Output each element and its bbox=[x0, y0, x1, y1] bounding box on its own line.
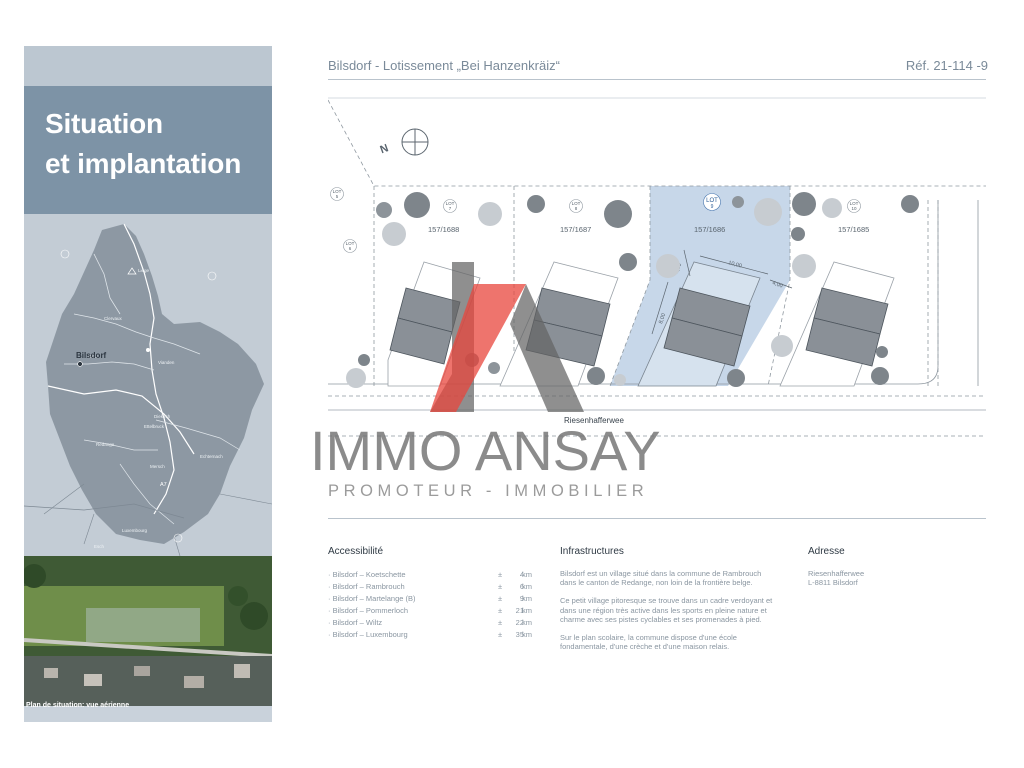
infrastructures-paragraph-1: Bilsdorf est un village situé dans la co… bbox=[560, 569, 762, 588]
distance-unit: km bbox=[522, 570, 532, 579]
map-label-ettelbruck: Ettelbruck bbox=[144, 424, 165, 429]
approx-sign: ± bbox=[498, 594, 503, 603]
watermark-company-subtitle: PROMOTEUR - IMMOBILIER bbox=[328, 482, 649, 500]
aerial-photo bbox=[24, 556, 272, 706]
approx-sign: ± bbox=[498, 570, 503, 579]
bilsdorf-marker bbox=[77, 361, 83, 367]
country-badge-be bbox=[60, 249, 70, 259]
parcel-1686: 157/1686 bbox=[694, 225, 725, 234]
accessibility-title: Accessibilité bbox=[328, 546, 384, 557]
immo-ansay-logo-mark bbox=[430, 262, 584, 412]
map-label-luxembourg: Luxembourg bbox=[122, 528, 148, 533]
list-item: · Bilsdorf – Luxembourg ± 35 km bbox=[328, 630, 538, 642]
address-street: Riesenhafferwee bbox=[808, 569, 865, 578]
map-label-echternach: Echternach bbox=[200, 454, 223, 459]
map-label-liege: Liège bbox=[138, 268, 150, 273]
country-badge-de bbox=[207, 271, 217, 281]
parcel-1685: 157/1685 bbox=[838, 225, 869, 234]
list-item: · Bilsdorf – Koetschette ± 4 km bbox=[328, 570, 538, 582]
luxembourg-map-graphic bbox=[24, 223, 272, 556]
destination-name: · Bilsdorf – Martelange (B) bbox=[328, 594, 416, 603]
approx-sign: ± bbox=[498, 582, 503, 591]
watermark-company-name: IMMO ANSAY bbox=[310, 419, 661, 482]
list-item: · Bilsdorf – Pommerloch ± 21 km bbox=[328, 606, 538, 618]
map-label-clervaux: Clervaux bbox=[104, 316, 122, 321]
document-title: Bilsdorf - Lotissement „Bei Hanzenkräiz“ bbox=[328, 58, 560, 73]
map-city-bilsdorf: Bilsdorf bbox=[76, 351, 107, 360]
section-title-box: Situation et implantation bbox=[24, 86, 272, 214]
info-divider bbox=[328, 518, 986, 519]
parcel-1687: 157/1687 bbox=[560, 225, 591, 234]
distance-unit: km bbox=[522, 594, 532, 603]
aerial-caption: Plan de situation: vue aérienne bbox=[26, 702, 130, 709]
accessibility-list: · Bilsdorf – Koetschette ± 4 km · Bilsdo… bbox=[328, 570, 538, 642]
distance-unit: km bbox=[522, 630, 532, 639]
site-plan: N 4,00 bbox=[328, 96, 986, 446]
plot-highlight bbox=[86, 608, 200, 642]
north-label: N bbox=[379, 142, 391, 156]
address-block: Riesenhafferwee L-8811 Bilsdorf bbox=[808, 569, 978, 587]
map-label-redange: Redange bbox=[96, 442, 115, 447]
parcel-1688: 157/1688 bbox=[428, 225, 459, 234]
list-item: · Bilsdorf – Wiltz ± 22 km bbox=[328, 618, 538, 630]
svg-text:9: 9 bbox=[711, 204, 714, 210]
infrastructures-title: Infrastructures bbox=[560, 546, 624, 557]
destination-name: · Bilsdorf – Pommerloch bbox=[328, 606, 409, 615]
map-label-a7: A7 bbox=[160, 482, 167, 488]
map-label-mersch: Mersch bbox=[150, 464, 165, 469]
map-label-esch: Esch bbox=[94, 544, 105, 549]
approx-sign: ± bbox=[498, 630, 503, 639]
site-plan-drawing: N 4,00 bbox=[328, 97, 986, 437]
section-title-line1: Situation bbox=[45, 108, 163, 139]
destination-name: · Bilsdorf – Koetschette bbox=[328, 570, 406, 579]
approx-sign: ± bbox=[498, 618, 503, 627]
distance-unit: km bbox=[522, 618, 532, 627]
luxembourg-map: Liège Clervaux Wiltz Bilsdorf Diekirch E… bbox=[24, 214, 272, 556]
infrastructures-paragraph-3: Sur le plan scolaire, la commune dispose… bbox=[560, 633, 737, 652]
situation-sidebar: Situation et implantation Liège Clervaux… bbox=[24, 46, 272, 722]
map-label-diekirch: Diekirch bbox=[154, 414, 171, 419]
aerial-photo-graphic bbox=[24, 556, 272, 706]
address-title: Adresse bbox=[808, 546, 845, 557]
destination-name: · Bilsdorf – Wiltz bbox=[328, 618, 383, 627]
section-title-line2: et implantation bbox=[45, 148, 242, 179]
north-arrow-icon: N bbox=[379, 128, 429, 156]
infrastructures-text: Bilsdorf est un village situé dans la co… bbox=[560, 569, 774, 660]
document-reference: Réf. 21-114 -9 bbox=[905, 58, 988, 73]
destination-name: · Bilsdorf – Rambrouch bbox=[328, 582, 405, 591]
house-lot-10 bbox=[779, 261, 895, 387]
destination-name: · Bilsdorf – Luxembourg bbox=[328, 630, 408, 639]
list-item: · Bilsdorf – Martelange (B) ± 9 km bbox=[328, 594, 538, 606]
list-item: · Bilsdorf – Rambrouch ± 6 km bbox=[328, 582, 538, 594]
sidebar-top-band bbox=[24, 46, 272, 86]
address-postcode: L-8811 Bilsdorf bbox=[808, 578, 858, 588]
document-header: Bilsdorf - Lotissement „Bei Hanzenkräiz“… bbox=[328, 56, 988, 80]
map-label-vianden: Vianden bbox=[158, 360, 175, 365]
distance-unit: km bbox=[522, 582, 532, 591]
svg-text:10: 10 bbox=[851, 206, 857, 211]
village-area bbox=[24, 656, 272, 706]
infrastructures-paragraph-2: Ce petit village pitoresque se trouve da… bbox=[560, 596, 773, 624]
approx-sign: ± bbox=[498, 606, 503, 615]
distance-unit: km bbox=[522, 606, 532, 615]
city-dot bbox=[146, 348, 150, 352]
